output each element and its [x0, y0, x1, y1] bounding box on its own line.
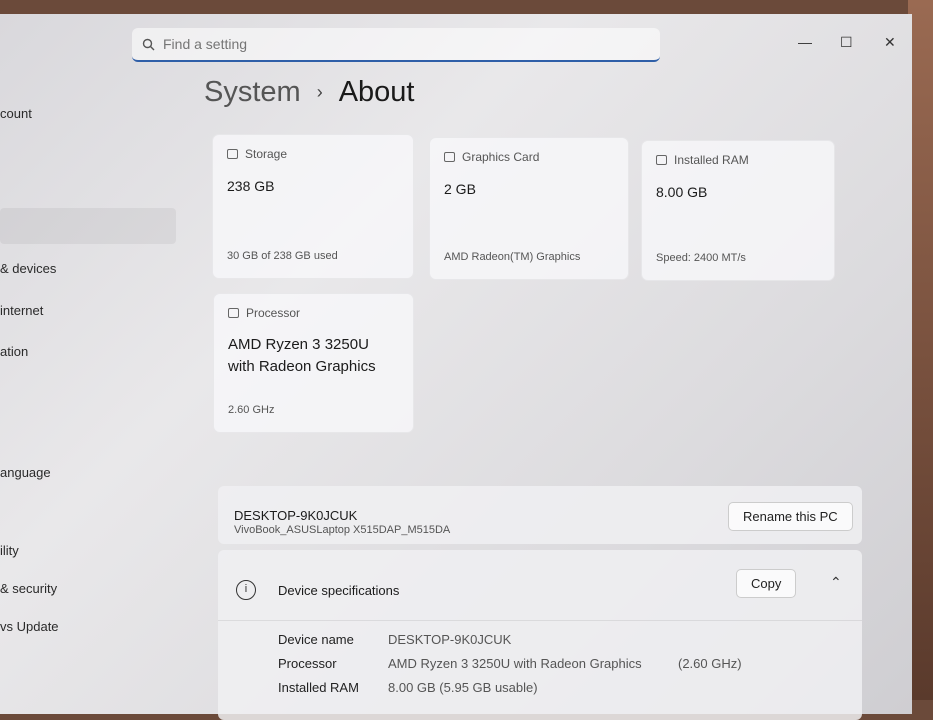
breadcrumb: System › About: [204, 76, 414, 109]
spec-row: Processor AMD Ryzen 3 3250U with Radeon G…: [278, 656, 742, 671]
graphics-card-icon: [444, 152, 455, 162]
search-input[interactable]: [163, 36, 563, 52]
sidebar-item-devices[interactable]: & devices: [0, 261, 56, 276]
search-icon: [142, 38, 155, 50]
spec-row: Device name DESKTOP-9K0JCUK: [278, 632, 511, 647]
breadcrumb-system[interactable]: System: [204, 76, 301, 109]
card-subtext: 30 GB of 238 GB used: [227, 250, 338, 262]
sidebar-item-accessibility[interactable]: ility: [0, 543, 19, 558]
sidebar: count & devices internet ation anguage i…: [0, 14, 180, 714]
pc-name-panel: DESKTOP-9K0JCUK VivoBook_ASUSLaptop X515…: [218, 486, 862, 544]
device-specifications-title: Device specifications: [278, 583, 400, 598]
ram-icon: [656, 155, 667, 165]
device-specifications-panel: i Device specifications Copy ⌃ Device na…: [218, 550, 862, 720]
maximize-button[interactable]: ☐: [840, 34, 853, 51]
graphics-card: Graphics Card 2 GB AMD Radeon(TM) Graphi…: [429, 137, 629, 280]
card-value: AMD Ryzen 3 3250U with Radeon Graphics: [228, 336, 376, 375]
spec-row: Installed RAM 8.00 GB (5.95 GB usable): [278, 680, 538, 695]
card-title: Processor: [246, 306, 301, 320]
spec-key: Processor: [278, 656, 337, 671]
spec-key: Device name: [278, 632, 354, 647]
spec-key: Installed RAM: [278, 680, 359, 695]
card-value: 8.00 GB: [656, 184, 708, 200]
sidebar-item-network[interactable]: internet: [0, 303, 43, 318]
settings-window: count & devices internet ation anguage i…: [0, 14, 912, 720]
ram-card: Installed RAM 8.00 GB Speed: 2400 MT/s: [641, 140, 835, 281]
storage-icon: [227, 149, 238, 159]
card-subtext: AMD Radeon(TM) Graphics: [444, 251, 581, 263]
sidebar-item-time-language[interactable]: anguage: [0, 465, 51, 480]
divider: [218, 620, 862, 621]
close-button[interactable]: ✕: [884, 34, 896, 51]
page-title: About: [338, 76, 415, 108]
spec-value: DESKTOP-9K0JCUK: [388, 632, 512, 647]
card-subtext: Speed: 2400 MT/s: [656, 252, 746, 264]
rename-pc-button[interactable]: Rename this PC: [728, 502, 853, 531]
spec-value: 8.00 GB (5.95 GB usable): [388, 680, 538, 695]
card-title: Installed RAM: [674, 153, 749, 167]
processor-icon: [228, 308, 239, 318]
sidebar-item-personalization[interactable]: ation: [0, 344, 28, 359]
breadcrumb-separator: ›: [316, 82, 323, 102]
storage-card: Storage 238 GB 30 GB of 238 GB used: [212, 134, 414, 279]
sidebar-item-accounts[interactable]: count: [0, 106, 32, 121]
copy-button[interactable]: Copy: [736, 569, 797, 598]
card-title: Storage: [245, 147, 288, 161]
card-value: 238 GB: [227, 178, 275, 194]
card-value: 2 GB: [444, 181, 476, 197]
device-model: VivoBook_ASUSLaptop X515DAP_M515DA: [234, 524, 451, 536]
search-box[interactable]: [132, 28, 660, 62]
card-subtext: 2.60 GHz: [228, 404, 275, 416]
chevron-up-icon[interactable]: ⌃: [830, 574, 842, 591]
sidebar-selected-highlight: [0, 208, 176, 244]
minimize-button[interactable]: —: [798, 34, 812, 50]
spec-value: AMD Ryzen 3 3250U with Radeon Graphics: [388, 656, 642, 671]
processor-card: Processor AMD Ryzen 3 3250U with Radeon …: [213, 293, 414, 433]
sidebar-item-windows-update[interactable]: vs Update: [0, 619, 59, 634]
spec-extra: (2.60 GHz): [678, 656, 742, 671]
info-icon: i: [236, 580, 256, 600]
sidebar-item-privacy-security[interactable]: & security: [0, 581, 57, 596]
card-title: Graphics Card: [462, 150, 540, 164]
device-name: DESKTOP-9K0JCUK: [234, 508, 358, 523]
